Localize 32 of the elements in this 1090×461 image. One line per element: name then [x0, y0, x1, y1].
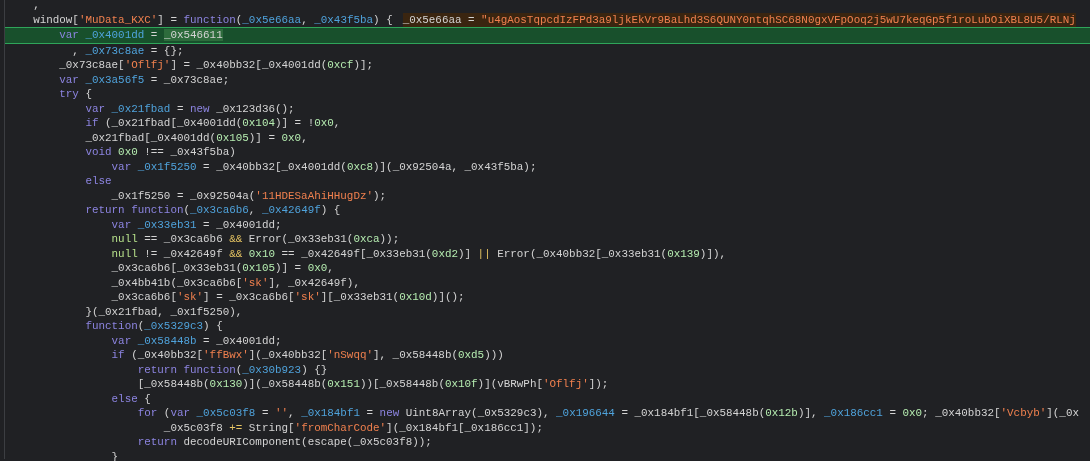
- code-line: _0x73c8ae['Oflfj'] = _0x40bb32[_0x4001dd(0xcf)];: [58, 58, 373, 73]
- code-line: try {: [58, 87, 92, 102]
- code-line: _0x1f5250 = _0x92504a('11HDESaAhiHHugDz');: [110, 188, 387, 203]
- code-line: var _0x21fbad = new _0x123d36();: [84, 101, 295, 116]
- code-line: [_0x58448b(0x130)](_0x58448b(0x151))[_0x58448b(0x10f)](vBRwPh['Oflfj']);: [136, 377, 609, 392]
- inline-value-hint: _0x5e66aa = "u4gAosTqpcdIzFPd3a9ljkEkVr9BaLhd3S6QUNY0ntqhSC68N0gxVFpOoq2j5wU7keqGp5f1roLubOiXBL8U5/RLNj: [402, 12, 1076, 27]
- code-line: var _0x1f5250 = _0x40bb32[_0x4001dd(0xc8)](_0x92504a, _0x43f5ba);: [110, 159, 537, 174]
- code-line: var _0x58448b = _0x4001dd;: [110, 333, 282, 348]
- code-line: return function(_0x3ca6b6, _0x42649f) {: [84, 203, 341, 218]
- code-line: return function(_0x30b923) {}: [136, 362, 328, 377]
- code-line: for (var _0x5c03f8 = '', _0x184bf1 = new Uint8Array(_0x5329c3), _0x196644 = _0x184bf1[_0x58448b(0x12b)], _0x186cc1 = 0x0; _0x40bb32['Vcbyb'](_0x: [136, 406, 1079, 421]
- code-line: if (_0x21fbad[_0x4001dd(0x104)] = !0x0,: [84, 116, 341, 131]
- code-line: var _0x3a56f5 = _0x73c8ae;: [58, 72, 230, 87]
- code-line: _0x3ca6b6[_0x33eb31(0x105)] = 0x0,: [110, 261, 334, 276]
- code-line: null == _0x3ca6b6 && Error(_0x33eb31(0xca));: [110, 232, 400, 247]
- code-line: }(_0x21fbad, _0x1f5250),: [84, 304, 243, 319]
- code-line: _0x5c03f8 += String['fromCharCode'](_0x184bf1[_0x186cc1]);: [162, 420, 543, 435]
- code-line: , _0x73c8ae = {};: [71, 43, 184, 58]
- code-line: return decodeURIComponent(escape(_0x5c03f8));: [136, 435, 432, 450]
- code-line: _0x21fbad[_0x4001dd(0x105)] = 0x0,: [84, 130, 308, 145]
- code-line: else {: [110, 391, 151, 406]
- code-line: window['MuData_KXC'] = function(_0x5e66aa, _0x43f5ba) {: [32, 12, 393, 27]
- code-line: null != _0x42649f && 0x10 == _0x42649f[_0x33eb31(0xd2)] || Error(_0x40bb32[_0x33eb31(0x139)]),: [110, 246, 726, 261]
- code-line: else: [84, 174, 112, 189]
- code-line: void 0x0 !== _0x43f5ba): [84, 145, 236, 160]
- code-line: }: [110, 449, 119, 461]
- code-line: _0x3ca6b6['sk'] = _0x3ca6b6['sk'][_0x33eb31(0x10d)]();: [110, 290, 465, 305]
- code-line: ,: [32, 0, 40, 13]
- code-line: function(_0x5329c3) {: [84, 319, 223, 334]
- code-line: var _0x33eb31 = _0x4001dd;: [110, 217, 282, 232]
- code-line: if (_0x40bb32['ffBwx'](_0x40bb32['nSwqq'], _0x58448b(0xd5))): [110, 348, 504, 363]
- code-line: _0x4bb41b(_0x3ca6b6['sk'], _0x42649f),: [110, 275, 360, 290]
